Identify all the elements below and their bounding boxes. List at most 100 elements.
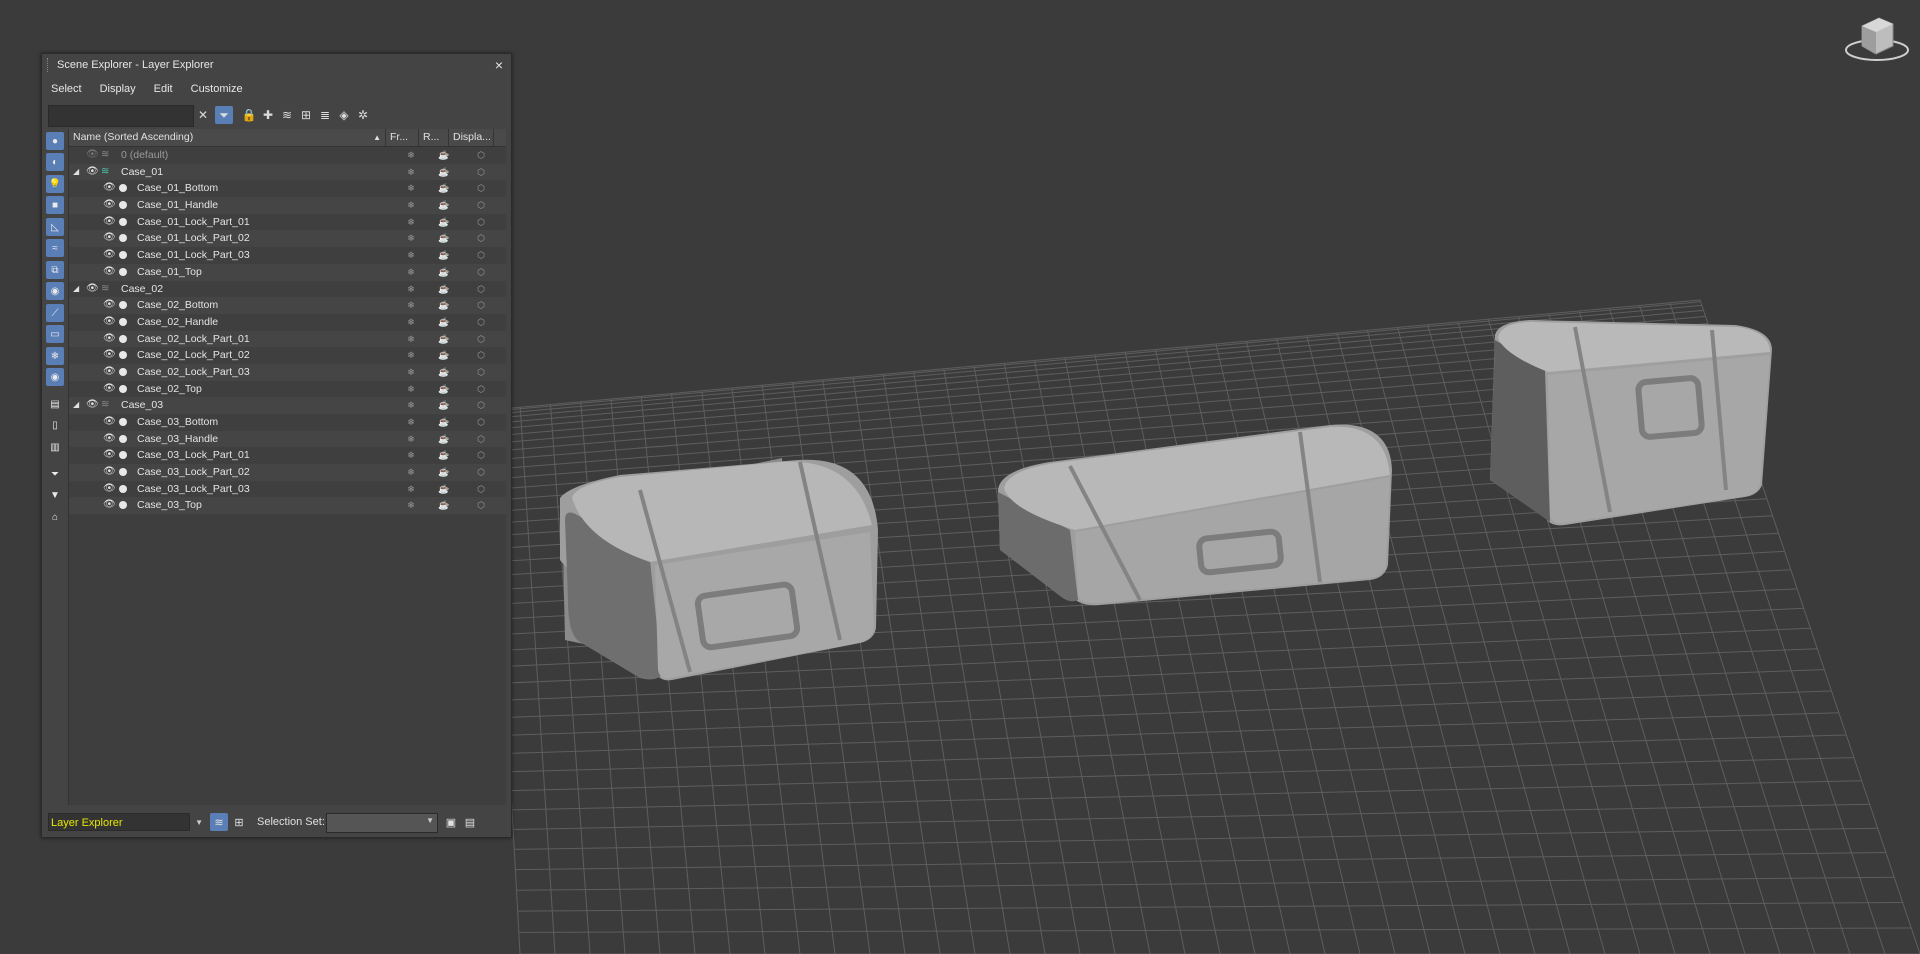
search-input[interactable] (48, 105, 194, 127)
clear-search-icon[interactable]: ✕ (194, 106, 212, 124)
layer-icon[interactable]: ≋ (101, 397, 109, 414)
hierarchy-icon[interactable]: ⊞ (297, 106, 315, 124)
render-teapot-icon[interactable]: ☕ (437, 481, 451, 498)
settings-layer-icon[interactable]: ✲ (354, 106, 372, 124)
object-row[interactable]: 👁 Case_02_Lock_Part_01 ❄ ☕ ⬡ (69, 330, 506, 348)
display-box-icon[interactable]: ⬡ (474, 497, 488, 514)
layer-tree[interactable]: Name (Sorted Ascending) ▲ Fr... R... Dis… (68, 129, 506, 805)
shapes-filter-icon[interactable]: ◐ (46, 153, 64, 171)
case-02-model[interactable] (998, 424, 1392, 606)
render-teapot-icon[interactable]: ☕ (437, 447, 451, 464)
edit-selection-set-icon[interactable]: ▣ (442, 813, 460, 831)
drag-grip[interactable] (47, 58, 51, 72)
geometry-filter-icon[interactable]: ● (46, 132, 64, 150)
freeze-icon[interactable]: ❄ (404, 147, 418, 164)
new-layer-icon[interactable]: ≋ (278, 106, 296, 124)
object-row[interactable]: 👁 Case_03_Handle ❄ ☕ ⬡ (69, 430, 506, 448)
filter-funnel-icon[interactable]: ▼ (46, 486, 64, 504)
render-teapot-icon[interactable]: ☕ (437, 197, 451, 214)
eye-icon[interactable]: 👁 (103, 214, 116, 231)
invert-display-icon[interactable]: ▥ (46, 438, 64, 456)
highlight-layer-icon[interactable]: ◈ (335, 106, 353, 124)
display-none-icon[interactable]: ▯ (46, 416, 64, 434)
chevron-down-icon[interactable]: ▼ (426, 816, 434, 825)
display-box-icon[interactable]: ⬡ (474, 147, 488, 164)
column-display[interactable]: Displa... (449, 129, 494, 146)
display-box-icon[interactable]: ⬡ (474, 381, 488, 398)
eye-icon[interactable]: 👁 (103, 180, 116, 197)
freeze-icon[interactable]: ❄ (404, 264, 418, 281)
layers-icon[interactable]: ≣ (316, 106, 334, 124)
render-teapot-icon[interactable]: ☕ (437, 331, 451, 348)
case-03-model[interactable] (1490, 320, 1772, 526)
freeze-icon[interactable]: ❄ (404, 214, 418, 231)
display-box-icon[interactable]: ⬡ (474, 281, 488, 298)
display-box-icon[interactable]: ⬡ (474, 464, 488, 481)
object-row[interactable]: 👁 Case_02_Bottom ❄ ☕ ⬡ (69, 297, 506, 314)
render-teapot-icon[interactable]: ☕ (437, 364, 451, 381)
eye-icon[interactable]: 👁 (103, 364, 116, 381)
display-box-icon[interactable]: ⬡ (474, 197, 488, 214)
render-teapot-icon[interactable]: ☕ (437, 381, 451, 398)
eye-icon[interactable]: 👁 (103, 481, 116, 498)
column-render[interactable]: R... (419, 129, 449, 146)
case-01-model[interactable] (560, 458, 878, 681)
eye-icon[interactable]: 👁 (86, 164, 99, 181)
display-box-icon[interactable]: ⬡ (474, 230, 488, 247)
column-frozen[interactable]: Fr... (386, 129, 419, 146)
render-teapot-icon[interactable]: ☕ (437, 264, 451, 281)
display-box-icon[interactable]: ⬡ (474, 364, 488, 381)
freeze-icon[interactable]: ❄ (404, 297, 418, 314)
render-teapot-icon[interactable]: ☕ (437, 147, 451, 164)
display-box-icon[interactable]: ⬡ (474, 431, 488, 448)
scene-explorer-panel[interactable]: Scene Explorer - Layer Explorer × Select… (41, 53, 512, 838)
object-row[interactable]: 👁 Case_01_Handle ❄ ☕ ⬡ (69, 197, 506, 214)
freeze-icon[interactable]: ❄ (404, 247, 418, 264)
display-box-icon[interactable]: ⬡ (474, 481, 488, 498)
render-teapot-icon[interactable]: ☕ (437, 214, 451, 231)
render-teapot-icon[interactable]: ☕ (437, 347, 451, 364)
object-row[interactable]: 👁 Case_02_Handle ❄ ☕ ⬡ (69, 313, 506, 331)
render-teapot-icon[interactable]: ☕ (437, 180, 451, 197)
object-row[interactable]: 👁 Case_02_Lock_Part_02 ❄ ☕ ⬡ (69, 347, 506, 364)
object-row[interactable]: 👁 Case_02_Top ❄ ☕ ⬡ (69, 380, 506, 398)
chevron-down-icon[interactable]: ▼ (195, 814, 203, 832)
selection-filter-icon[interactable]: ⌂ (46, 508, 64, 526)
bones-filter-icon[interactable]: ⟋ (46, 304, 64, 322)
filter-icon[interactable]: ⏷ (215, 106, 233, 124)
close-icon[interactable]: × (495, 57, 503, 73)
eye-icon[interactable]: 👁 (86, 397, 99, 414)
layer-row[interactable]: 👁 ≋ 0 (default) ❄ ☕ ⬡ (69, 147, 506, 164)
freeze-icon[interactable]: ❄ (404, 381, 418, 398)
expand-triangle-icon[interactable]: ◢ (73, 281, 79, 298)
object-row[interactable]: 👁 Case_01_Lock_Part_01 ❄ ☕ ⬡ (69, 213, 506, 231)
display-box-icon[interactable]: ⬡ (474, 214, 488, 231)
render-teapot-icon[interactable]: ☕ (437, 297, 451, 314)
eye-icon[interactable]: 👁 (86, 147, 99, 164)
eye-icon[interactable]: 👁 (103, 331, 116, 348)
eye-icon[interactable]: 👁 (103, 381, 116, 398)
menu-edit[interactable]: Edit (145, 80, 182, 98)
render-teapot-icon[interactable]: ☕ (437, 281, 451, 298)
eye-icon[interactable]: 👁 (103, 414, 116, 431)
layer-row[interactable]: ◢ 👁 ≋ Case_03 ❄ ☕ ⬡ (69, 397, 506, 414)
lights-filter-icon[interactable]: 💡 (46, 175, 64, 193)
explorer-dropdown[interactable]: Layer Explorer ▼ (48, 813, 203, 831)
layer-icon[interactable]: ≋ (101, 281, 109, 298)
object-row[interactable]: 👁 Case_03_Lock_Part_02 ❄ ☕ ⬡ (69, 464, 506, 481)
render-teapot-icon[interactable]: ☕ (437, 247, 451, 264)
spacewarps-filter-icon[interactable]: ≈ (46, 239, 64, 257)
freeze-icon[interactable]: ❄ (404, 397, 418, 414)
object-row[interactable]: 👁 Case_03_Bottom ❄ ☕ ⬡ (69, 414, 506, 431)
render-teapot-icon[interactable]: ☕ (437, 431, 451, 448)
helpers-filter-icon[interactable]: ◺ (46, 218, 64, 236)
freeze-icon[interactable]: ❄ (404, 431, 418, 448)
xrefs-filter-icon[interactable]: ◉ (46, 282, 64, 300)
object-row[interactable]: 👁 Case_01_Lock_Part_02 ❄ ☕ ⬡ (69, 230, 506, 248)
eye-icon[interactable]: 👁 (103, 464, 116, 481)
object-row[interactable]: 👁 Case_03_Top ❄ ☕ ⬡ (69, 497, 506, 515)
display-box-icon[interactable]: ⬡ (474, 247, 488, 264)
display-box-icon[interactable]: ⬡ (474, 180, 488, 197)
display-all-icon[interactable]: ▤ (46, 395, 64, 413)
display-box-icon[interactable]: ⬡ (474, 447, 488, 464)
